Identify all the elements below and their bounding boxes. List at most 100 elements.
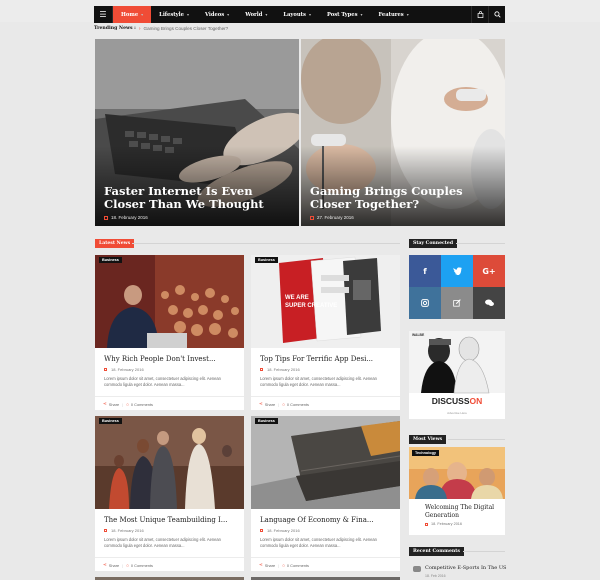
hero-date: 27. February 2016 (310, 215, 354, 220)
nav-item-features[interactable]: Features ▾ (371, 6, 417, 23)
card-divider (95, 557, 244, 558)
news-card[interactable]: Business Language Of Economy & Fina... 1… (251, 416, 400, 571)
search-icon[interactable] (488, 6, 505, 23)
card-title[interactable]: Top Tips For Terrific App Desi... (260, 355, 391, 363)
shopping-bag-icon[interactable] (471, 6, 488, 23)
footer-separator: | (122, 401, 124, 407)
ad-brand-label: WALBE (412, 333, 425, 337)
share-link[interactable]: Share (265, 563, 275, 568)
comments-link[interactable]: 0 Comments (287, 563, 309, 568)
nav-item-label: Layouts (283, 11, 306, 18)
share-icon[interactable]: ⋖ (259, 401, 263, 407)
card-title[interactable]: The Most Unique Teambuilding I... (104, 516, 235, 524)
hero-post-1[interactable]: Faster Internet Is Even Closer Than We T… (95, 39, 299, 226)
calendar-icon (310, 215, 314, 220)
twitter-icon[interactable] (441, 255, 473, 287)
footer-separator: | (278, 562, 280, 568)
card-thumbnail[interactable]: WE ARE SUPER CREATIVE Business (251, 255, 400, 348)
card-divider (251, 396, 400, 397)
most-views-title[interactable]: Welcoming The Digital Generation (425, 504, 499, 520)
card-excerpt: Lorem ipsum dolor sit amet, consectetuer… (260, 537, 377, 548)
trending-news-bar: Trending News : › Gaming Brings Couples … (94, 23, 505, 34)
blog-icon[interactable] (441, 287, 473, 319)
section-divider (456, 243, 505, 244)
calendar-icon (260, 368, 263, 371)
hero-date: 18. February 2016 (104, 215, 148, 220)
ad-title-part: DISCUSS (431, 396, 470, 406)
share-link[interactable]: Share (109, 563, 119, 568)
calendar-icon (425, 522, 428, 526)
arrow-right-icon: › (138, 25, 141, 32)
section-divider (448, 439, 505, 440)
nav-item-world[interactable]: World ▾ (237, 6, 275, 23)
card-footer: ⋖ Share | ○ 0 Comments (103, 562, 153, 568)
svg-text:SUPER CREATIVE: SUPER CREATIVE (285, 303, 337, 309)
hero-title[interactable]: Faster Internet Is Even Closer Than We T… (104, 185, 289, 211)
nav-item-post-types[interactable]: Post Types ▾ (319, 6, 371, 23)
nav-item-home[interactable]: Home ▾ (113, 6, 152, 23)
nav-item-label: Features (378, 11, 404, 18)
card-footer: ⋖ Share | ○ 0 Comments (259, 401, 309, 407)
category-badge[interactable]: Business (99, 257, 122, 263)
recent-comment-text[interactable]: Competitive E-Sports In The US (425, 565, 506, 571)
hamburger-icon[interactable]: ☰ (94, 6, 113, 23)
recent-comment-date: 18. Feb 2016 (425, 574, 446, 578)
comment-icon: ○ (282, 401, 285, 407)
nav-item-label: Post Types (327, 11, 358, 18)
most-views-heading: Most Views (409, 435, 447, 444)
ad-title-accent: ON (469, 396, 483, 406)
trending-label: Trending News : (94, 26, 136, 31)
category-badge[interactable]: Business (255, 418, 278, 424)
chevron-down-icon: ▾ (227, 12, 230, 17)
facebook-icon[interactable]: f (409, 255, 441, 287)
card-thumbnail[interactable]: Business (251, 416, 400, 509)
hero-date-text: 18. February 2016 (111, 215, 148, 220)
most-views-post[interactable]: Technology Welcoming The Digital Generat… (409, 447, 505, 535)
trending-link[interactable]: Gaming Brings Couples Closer Together? (144, 26, 229, 31)
card-divider (251, 557, 400, 558)
instagram-icon[interactable] (409, 287, 441, 319)
latest-news-heading: Latest News (95, 239, 135, 248)
nav-item-layouts[interactable]: Layouts ▾ (275, 6, 319, 23)
most-views-date-text: 18. February 2016 (431, 522, 463, 526)
chevron-down-icon: ▾ (308, 12, 311, 17)
chat-icon[interactable] (473, 287, 505, 319)
share-link[interactable]: Share (265, 402, 275, 407)
nav-item-label: Videos (204, 11, 225, 18)
chevron-down-icon: ▾ (406, 12, 409, 17)
comment-icon: ○ (282, 562, 285, 568)
share-icon[interactable]: ⋖ (103, 562, 107, 568)
card-footer: ⋖ Share | ○ 0 Comments (259, 562, 309, 568)
category-badge[interactable]: Business (99, 418, 122, 424)
category-badge[interactable]: Technology (412, 450, 440, 456)
news-card[interactable]: Business Why Rich People Don't Invest...… (95, 255, 244, 410)
card-date: 18. February 2016 (260, 367, 300, 372)
news-card[interactable]: Business The Most Unique Teambuilding I.… (95, 416, 244, 571)
card-title[interactable]: Language Of Economy & Fina... (260, 516, 391, 524)
nav-item-label: Lifestyle (159, 11, 184, 18)
card-title[interactable]: Why Rich People Don't Invest... (104, 355, 235, 363)
recent-comment-item[interactable]: Competitive E-Sports In The US 18. Feb 2… (409, 563, 506, 580)
svg-text:WE ARE: WE ARE (285, 295, 309, 301)
category-badge[interactable]: Business (255, 257, 278, 263)
news-card[interactable]: WE ARE SUPER CREATIVE Business Top Tips … (251, 255, 400, 410)
advertisement-banner[interactable]: WALBE DISCUSSON Advertise Here (409, 331, 505, 419)
card-excerpt: Lorem ipsum dolor sit amet, consectetuer… (260, 376, 377, 387)
nav-item-lifestyle[interactable]: Lifestyle ▾ (151, 6, 197, 23)
most-views-date: 18. February 2016 (425, 522, 462, 526)
card-thumbnail[interactable]: Business (95, 255, 244, 348)
comments-link[interactable]: 0 Comments (131, 402, 153, 407)
footer-separator: | (278, 401, 280, 407)
share-icon[interactable]: ⋖ (103, 401, 107, 407)
google-plus-icon[interactable]: G+ (473, 255, 505, 287)
hero-title[interactable]: Gaming Brings Couples Closer Together? (310, 185, 495, 211)
footer-separator: | (122, 562, 124, 568)
comments-link[interactable]: 0 Comments (131, 563, 153, 568)
nav-item-videos[interactable]: Videos ▾ (197, 6, 237, 23)
card-excerpt: Lorem ipsum dolor sit amet, consectetuer… (104, 376, 221, 387)
share-icon[interactable]: ⋖ (259, 562, 263, 568)
hero-post-2[interactable]: Gaming Brings Couples Closer Together? 2… (301, 39, 505, 226)
comments-link[interactable]: 0 Comments (287, 402, 309, 407)
card-thumbnail[interactable]: Business (95, 416, 244, 509)
share-link[interactable]: Share (109, 402, 119, 407)
